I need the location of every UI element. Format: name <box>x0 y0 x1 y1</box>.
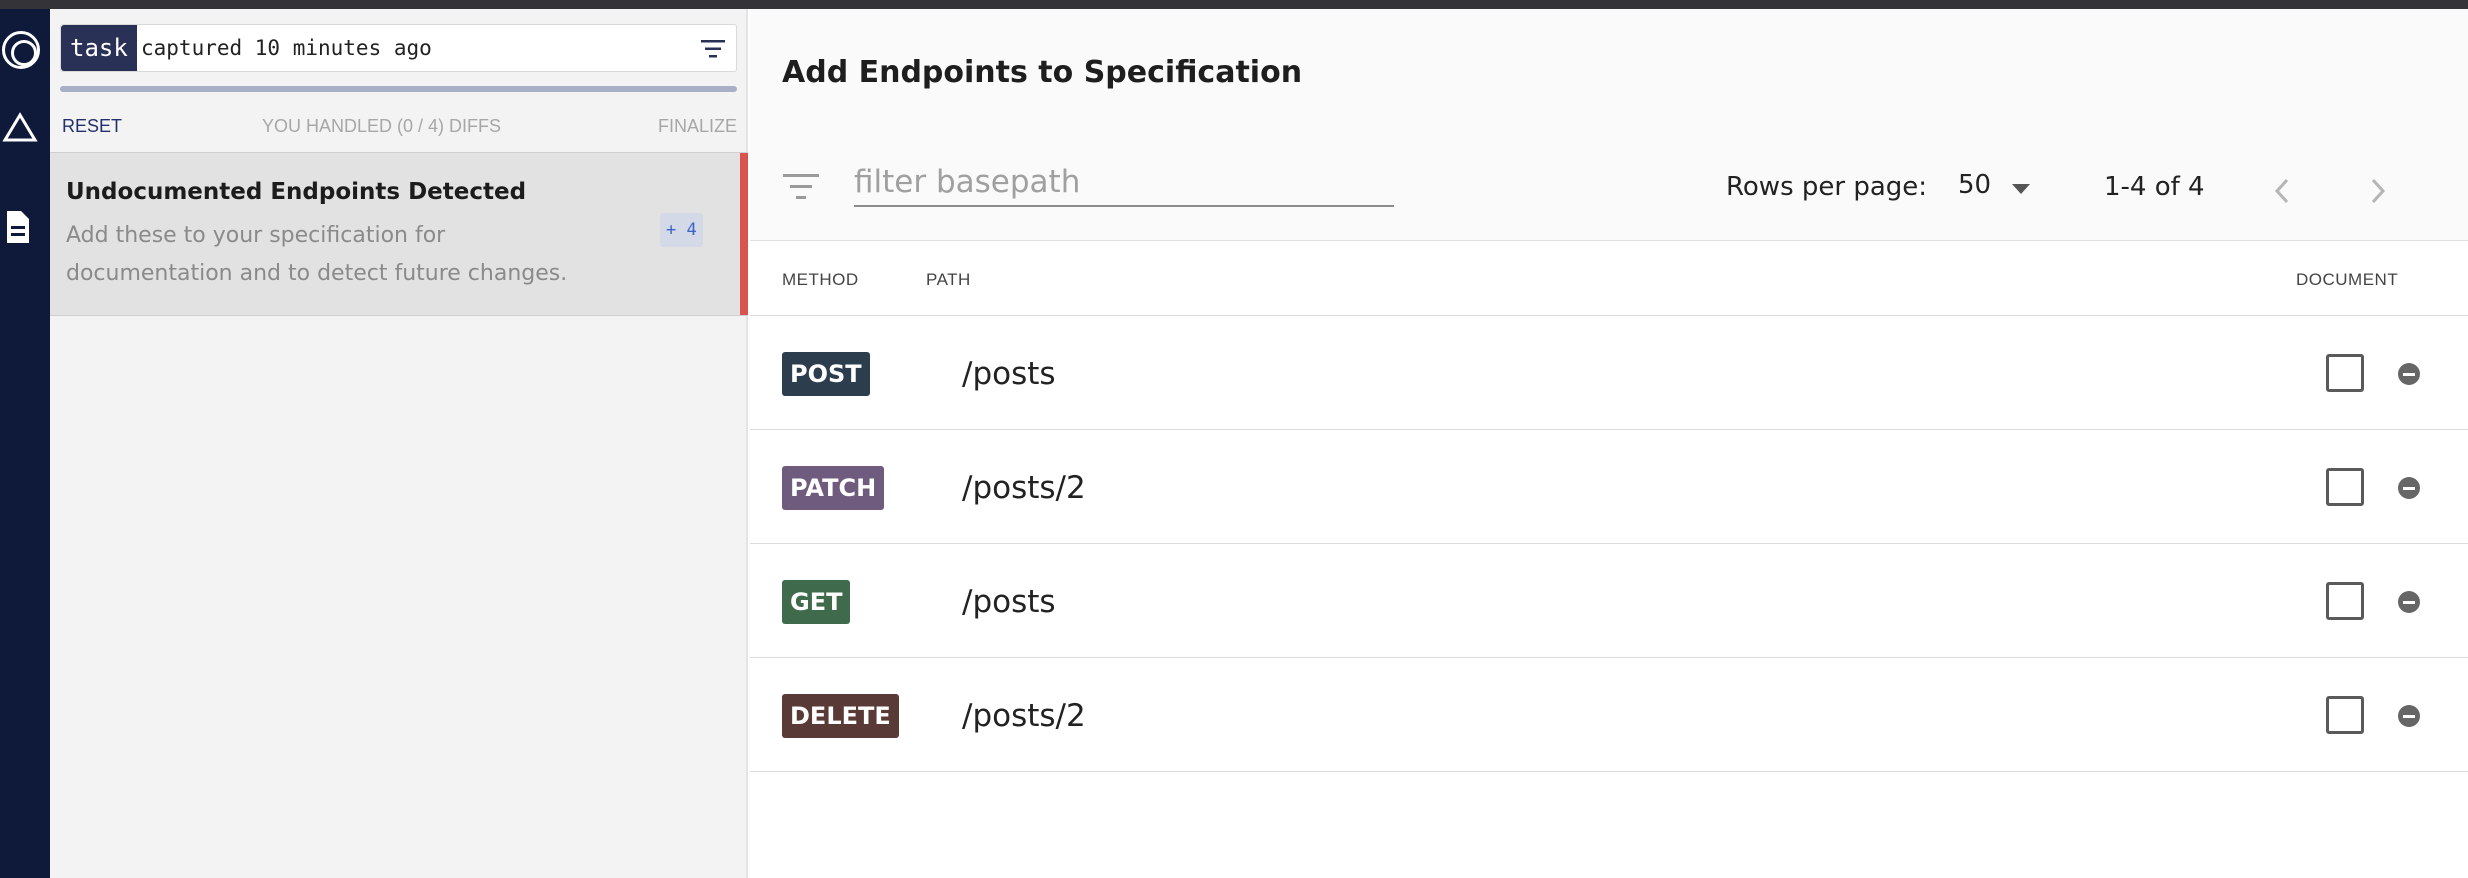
document-checkbox[interactable] <box>2326 696 2364 734</box>
pagination-range: 1-4 of 4 <box>2104 172 2205 202</box>
rows-per-page-value: 50 <box>1958 170 1992 200</box>
chevron-right-icon[interactable] <box>2368 177 2388 205</box>
undocumented-endpoints-card[interactable]: Undocumented Endpoints Detected Add thes… <box>50 152 748 316</box>
table-row: GET /posts <box>750 544 2468 658</box>
document-checkbox[interactable] <box>2326 468 2364 506</box>
document-checkbox[interactable] <box>2326 354 2364 392</box>
table-row: DELETE /posts/2 <box>750 658 2468 772</box>
nav-rail <box>0 9 50 878</box>
endpoint-count-badge: + 4 <box>660 213 703 247</box>
rows-per-page-label: Rows per page: <box>1726 172 1928 202</box>
card-description: Add these to your specification for docu… <box>66 223 568 286</box>
diff-actions: RESET YOU HANDLED (0 / 4) DIFFS FINALIZE <box>60 116 737 140</box>
column-header-document: DOCUMENT <box>2296 270 2399 289</box>
window-top-bar <box>0 0 2468 9</box>
capture-query[interactable]: captured 10 minutes ago <box>141 25 432 71</box>
method-badge: GET <box>782 580 851 624</box>
document-icon[interactable] <box>4 209 32 245</box>
method-badge: POST <box>782 352 870 396</box>
endpoint-path: /posts/2 <box>962 470 1086 506</box>
method-badge: DELETE <box>782 694 899 738</box>
endpoint-path: /posts <box>962 584 1056 620</box>
endpoint-path: /posts <box>962 356 1056 392</box>
document-checkbox[interactable] <box>2326 582 2364 620</box>
finalize-button[interactable]: FINALIZE <box>658 116 737 137</box>
logo-icon[interactable] <box>2 31 40 69</box>
remove-circle-icon[interactable] <box>2398 363 2420 385</box>
handled-status: YOU HANDLED (0 / 4) DIFFS <box>262 116 502 136</box>
filter-icon[interactable] <box>700 39 726 59</box>
endpoint-panel-header: Add Endpoints to Specification Rows per … <box>750 9 2468 289</box>
card-title: Undocumented Endpoints Detected <box>66 179 527 205</box>
remove-circle-icon[interactable] <box>2398 705 2420 727</box>
endpoint-path: /posts/2 <box>962 698 1086 734</box>
column-header-path: PATH <box>926 270 971 289</box>
filter-icon <box>783 174 819 199</box>
remove-circle-icon[interactable] <box>2398 477 2420 499</box>
method-badge: PATCH <box>782 466 885 510</box>
capture-search[interactable]: task captured 10 minutes ago <box>60 24 737 72</box>
reset-button[interactable]: RESET <box>62 116 122 137</box>
table-row: POST /posts <box>750 316 2468 430</box>
rows-per-page-select[interactable]: 50 <box>1958 167 2038 207</box>
table-row: PATCH /posts/2 <box>750 430 2468 544</box>
page-title: Add Endpoints to Specification <box>782 55 1303 90</box>
remove-circle-icon[interactable] <box>2398 591 2420 613</box>
task-chip[interactable]: task <box>61 25 137 71</box>
filter-basepath-input[interactable] <box>854 159 1394 207</box>
column-header-method: METHOD <box>782 270 859 289</box>
diff-progress-bar <box>60 86 737 92</box>
chevron-left-icon[interactable] <box>2272 177 2292 205</box>
triangle-icon[interactable] <box>2 112 38 144</box>
caret-down-icon <box>2012 184 2030 194</box>
card-alert-accent <box>740 153 748 315</box>
endpoint-panel: Add Endpoints to Specification Rows per … <box>750 9 2468 878</box>
diff-panel: task captured 10 minutes ago RESET YOU H… <box>50 9 748 878</box>
